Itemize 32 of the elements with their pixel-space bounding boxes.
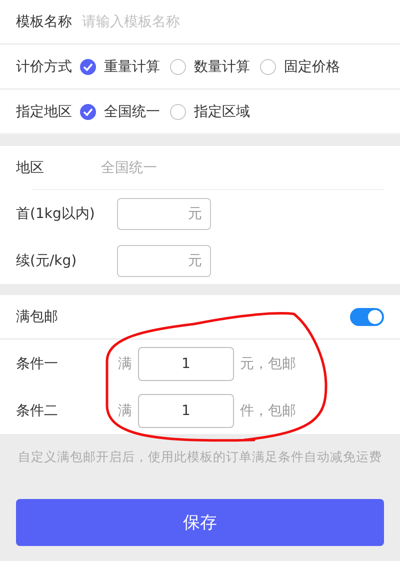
threshold-input[interactable]: 1 bbox=[138, 394, 234, 428]
radio-option[interactable]: 重量计算 bbox=[80, 58, 160, 76]
field-label: 地区 bbox=[16, 158, 45, 176]
save-button[interactable]: 保存 bbox=[16, 499, 384, 546]
radio[interactable] bbox=[170, 104, 186, 120]
field-label: 条件一 bbox=[16, 354, 59, 372]
field-label: 模板名称 bbox=[16, 12, 72, 30]
field-label: 计价方式 bbox=[16, 58, 72, 76]
hint-text: 自定义满包邮开启后，使用此模板的订单满足条件自动减免运费 bbox=[18, 449, 382, 464]
check-icon bbox=[83, 62, 93, 70]
radio-option[interactable]: 数量计算 bbox=[170, 58, 250, 76]
radio[interactable] bbox=[170, 58, 186, 74]
field-label: 首(1kg以内) bbox=[16, 204, 96, 222]
name-input[interactable]: 请输入模板名称 bbox=[82, 14, 282, 30]
checked-radio[interactable] bbox=[80, 104, 96, 120]
radio-option[interactable]: 指定区域 bbox=[170, 102, 250, 120]
radio-option[interactable]: 全国统一 bbox=[80, 102, 160, 120]
radio[interactable] bbox=[260, 58, 276, 74]
prefix-text: 满 bbox=[118, 354, 132, 372]
field-label: 满包邮 bbox=[16, 308, 58, 326]
field-label: 条件二 bbox=[16, 402, 59, 420]
field-label: 指定地区 bbox=[16, 102, 72, 120]
checked-radio[interactable] bbox=[80, 58, 96, 74]
check-icon bbox=[83, 108, 93, 116]
radio-option[interactable]: 固定价格 bbox=[260, 58, 340, 76]
region-value: 全国统一 bbox=[101, 158, 157, 176]
suffix-text: 件，包邮 bbox=[240, 402, 296, 420]
suffix-text: 元，包邮 bbox=[240, 354, 296, 372]
prefix-text: 满 bbox=[118, 402, 132, 420]
toggle-switch[interactable] bbox=[350, 308, 384, 326]
field-label: 续(元/kg) bbox=[16, 252, 78, 270]
threshold-input[interactable]: 1 bbox=[138, 346, 234, 380]
